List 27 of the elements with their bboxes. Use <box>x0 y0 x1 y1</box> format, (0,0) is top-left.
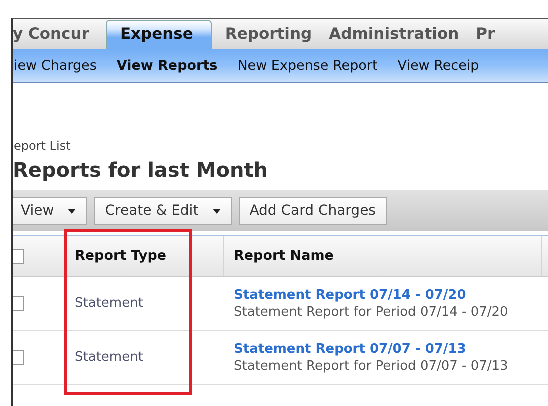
nav-tab[interactable]: y Concur <box>13 25 106 49</box>
checkbox[interactable] <box>13 350 24 365</box>
nav-tab[interactable]: Expense <box>106 20 212 49</box>
table-cell: Statement <box>75 350 144 365</box>
column-header[interactable]: Report Name <box>234 248 334 264</box>
subnav-link[interactable]: View Reports <box>116 58 218 74</box>
table-cell: Statement <box>75 296 144 311</box>
page-title: Reports for last Month <box>13 158 270 182</box>
checkbox[interactable] <box>13 248 24 264</box>
subnav-link[interactable]: New Expense Report <box>238 58 378 74</box>
report-description: Statement Report for Period 07/07 - 07/13 <box>234 358 510 374</box>
checkbox[interactable] <box>13 296 24 311</box>
dropdown-button[interactable]: View <box>13 197 88 225</box>
nav-tab[interactable]: Pr <box>476 25 512 49</box>
nav-tab[interactable]: Administration <box>329 25 476 49</box>
column-header[interactable]: Report Type <box>75 248 167 264</box>
toolbar-button[interactable]: Add Card Charges <box>238 197 387 225</box>
breadcrumb: eport List <box>14 139 72 153</box>
report-link[interactable]: Statement Report 07/07 - 07/13 <box>234 342 548 356</box>
subnav-link[interactable]: View Receip <box>398 58 480 74</box>
report-link[interactable]: Statement Report 07/14 - 07/20 <box>234 288 548 302</box>
dropdown-button[interactable]: Create & Edit <box>94 197 232 225</box>
report-description: Statement Report for Period 07/14 - 07/20 <box>234 304 510 320</box>
nav-tab[interactable]: Reporting <box>225 25 330 49</box>
caret-icon <box>212 208 221 214</box>
caret-icon <box>68 208 76 214</box>
subnav-link[interactable]: iew Charges <box>14 58 97 74</box>
